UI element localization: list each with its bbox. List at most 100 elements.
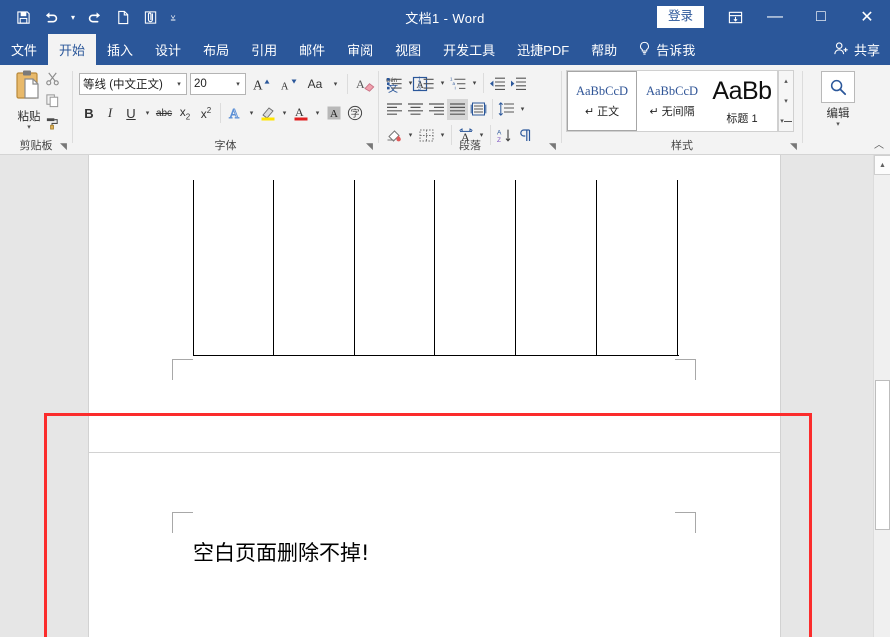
paragraph-dialog-launcher[interactable]: ◥ bbox=[547, 141, 558, 152]
clipboard-dialog-launcher[interactable]: ◥ bbox=[58, 141, 69, 152]
share-button[interactable]: 共享 bbox=[833, 34, 880, 65]
tell-me-box[interactable]: 告诉我 bbox=[628, 34, 705, 65]
strikethrough-icon[interactable]: abc bbox=[154, 101, 174, 125]
ribbon-display-options-icon[interactable] bbox=[718, 0, 752, 34]
customize-qat-icon[interactable]: ⩣ bbox=[166, 5, 180, 29]
shrink-font-icon[interactable]: A bbox=[276, 72, 300, 96]
styles-scroll-buttons: ▴ ▾ ▾ bbox=[778, 70, 794, 132]
text-effects-icon[interactable]: A bbox=[225, 101, 245, 125]
sign-in-button[interactable]: 登录 bbox=[657, 6, 704, 28]
svg-text:A: A bbox=[252, 78, 262, 93]
maximize-button[interactable]: □ bbox=[798, 0, 844, 34]
minimize-button[interactable]: — bbox=[752, 0, 798, 34]
line-spacing-caret[interactable]: ▾ bbox=[517, 97, 528, 121]
increase-indent-icon[interactable] bbox=[508, 73, 529, 94]
svg-text:i: i bbox=[455, 85, 456, 90]
tab-review[interactable]: 审阅 bbox=[336, 34, 384, 65]
tab-insert[interactable]: 插入 bbox=[96, 34, 144, 65]
new-document-icon[interactable] bbox=[110, 5, 136, 29]
document-body-text[interactable]: 空白页面删除不掉! bbox=[193, 537, 369, 567]
format-painter-icon[interactable] bbox=[42, 113, 62, 132]
font-size-caret[interactable]: ▾ bbox=[231, 80, 245, 88]
italic-icon[interactable]: I bbox=[100, 101, 120, 125]
align-left-icon[interactable] bbox=[384, 99, 405, 120]
tab-layout[interactable]: 布局 bbox=[192, 34, 240, 65]
tab-xunjiepdf[interactable]: 迅捷PDF bbox=[506, 34, 580, 65]
font-name-input[interactable]: 等线 (中文正文) ▾ bbox=[79, 73, 187, 95]
superscript-icon[interactable]: x2 bbox=[196, 101, 216, 125]
underline-caret[interactable]: ▾ bbox=[142, 101, 153, 125]
share-person-icon bbox=[833, 41, 849, 59]
word-window: ▾ ⩣ 文档1 - Word 登录 — □ ✕ 文件 开始 插入 bbox=[0, 0, 890, 637]
vertical-scrollbar[interactable]: ▲ bbox=[873, 155, 890, 637]
tab-mailings[interactable]: 邮件 bbox=[288, 34, 336, 65]
font-dialog-launcher[interactable]: ◥ bbox=[364, 141, 375, 152]
styles-scroll-down-button[interactable]: ▾ bbox=[779, 91, 793, 111]
font-color-caret[interactable]: ▾ bbox=[312, 101, 323, 125]
font-name-caret[interactable]: ▾ bbox=[172, 80, 186, 88]
decrease-indent-icon[interactable] bbox=[487, 73, 508, 94]
tab-view[interactable]: 视图 bbox=[384, 34, 432, 65]
change-case-caret[interactable]: ▾ bbox=[330, 72, 341, 96]
distributed-icon[interactable] bbox=[468, 99, 489, 120]
enclose-characters-icon[interactable]: 字 bbox=[345, 101, 365, 125]
clear-formatting-icon[interactable]: A bbox=[354, 72, 378, 96]
tab-home[interactable]: 开始 bbox=[48, 34, 96, 65]
collapse-ribbon-button[interactable]: ︿ bbox=[874, 136, 884, 151]
scrollbar-thumb[interactable] bbox=[875, 380, 890, 530]
align-right-icon[interactable] bbox=[426, 99, 447, 120]
style-preview: AaBb bbox=[712, 77, 771, 106]
styles-dialog-launcher[interactable]: ◥ bbox=[788, 141, 799, 152]
styles-more-button[interactable]: ▾ bbox=[779, 111, 793, 131]
copy-icon[interactable] bbox=[42, 91, 62, 110]
svg-text:A: A bbox=[295, 105, 304, 119]
editing-caret[interactable]: ▾ bbox=[836, 122, 840, 128]
document-canvas[interactable]: 空白页面删除不掉! bbox=[0, 155, 890, 637]
align-center-icon[interactable] bbox=[405, 99, 426, 120]
multilevel-caret[interactable]: ▾ bbox=[469, 71, 480, 95]
paste-dropdown-caret[interactable]: ▾ bbox=[27, 125, 31, 131]
undo-icon[interactable] bbox=[38, 5, 64, 29]
bullets-caret[interactable]: ▾ bbox=[405, 71, 416, 95]
save-icon[interactable] bbox=[10, 5, 36, 29]
tab-design[interactable]: 设计 bbox=[144, 34, 192, 65]
numbering-icon[interactable]: 123 bbox=[416, 73, 437, 94]
style-item-no-spacing[interactable]: AaBbCcD ↵ 无间隔 bbox=[637, 71, 707, 131]
justify-icon[interactable] bbox=[447, 99, 468, 120]
style-item-heading-1[interactable]: AaBb 标题 1 bbox=[707, 71, 777, 131]
line-spacing-icon[interactable] bbox=[496, 99, 517, 120]
scroll-up-button[interactable]: ▲ bbox=[874, 155, 890, 175]
grow-font-icon[interactable]: A bbox=[249, 72, 273, 96]
document-table[interactable] bbox=[193, 180, 679, 356]
document-page-2[interactable]: 空白页面删除不掉! bbox=[88, 452, 781, 637]
undo-dropdown-caret[interactable]: ▾ bbox=[66, 5, 80, 29]
ribbon-tab-strip: 文件 开始 插入 设计 布局 引用 邮件 审阅 视图 开发工具 迅捷PDF 帮助… bbox=[0, 34, 890, 65]
change-case-icon[interactable]: Aa bbox=[303, 72, 327, 96]
font-color-icon[interactable]: A bbox=[291, 101, 311, 125]
bullets-icon[interactable] bbox=[384, 73, 405, 94]
character-shading-icon[interactable]: A bbox=[324, 101, 344, 125]
highlight-caret[interactable]: ▾ bbox=[279, 101, 290, 125]
close-button[interactable]: ✕ bbox=[844, 0, 890, 34]
numbering-caret[interactable]: ▾ bbox=[437, 71, 448, 95]
text-highlight-color-icon[interactable] bbox=[258, 101, 278, 125]
styles-scroll-up-button[interactable]: ▴ bbox=[779, 71, 793, 91]
attach-icon[interactable] bbox=[138, 5, 164, 29]
tab-developer[interactable]: 开发工具 bbox=[432, 34, 506, 65]
multilevel-list-icon[interactable]: 1ai bbox=[448, 73, 469, 94]
text-effects-caret[interactable]: ▾ bbox=[246, 101, 257, 125]
ribbon-group-font: 等线 (中文正文) ▾ 20 ▾ A A Aa ▾ bbox=[73, 65, 378, 155]
style-item-normal[interactable]: AaBbCcD ↵ 正文 bbox=[567, 71, 637, 131]
table-column-line bbox=[515, 180, 516, 355]
svg-text:A: A bbox=[229, 107, 240, 122]
tab-help[interactable]: 帮助 bbox=[580, 34, 628, 65]
tab-file[interactable]: 文件 bbox=[0, 34, 48, 65]
underline-icon[interactable]: U bbox=[121, 101, 141, 125]
redo-icon[interactable] bbox=[82, 5, 108, 29]
font-size-input[interactable]: 20 ▾ bbox=[190, 73, 246, 95]
bold-icon[interactable]: B bbox=[79, 101, 99, 125]
cut-icon[interactable] bbox=[42, 69, 62, 88]
editing-button[interactable]: 编辑 ▾ bbox=[815, 71, 861, 128]
tab-references[interactable]: 引用 bbox=[240, 34, 288, 65]
subscript-icon[interactable]: x2 bbox=[175, 101, 195, 125]
